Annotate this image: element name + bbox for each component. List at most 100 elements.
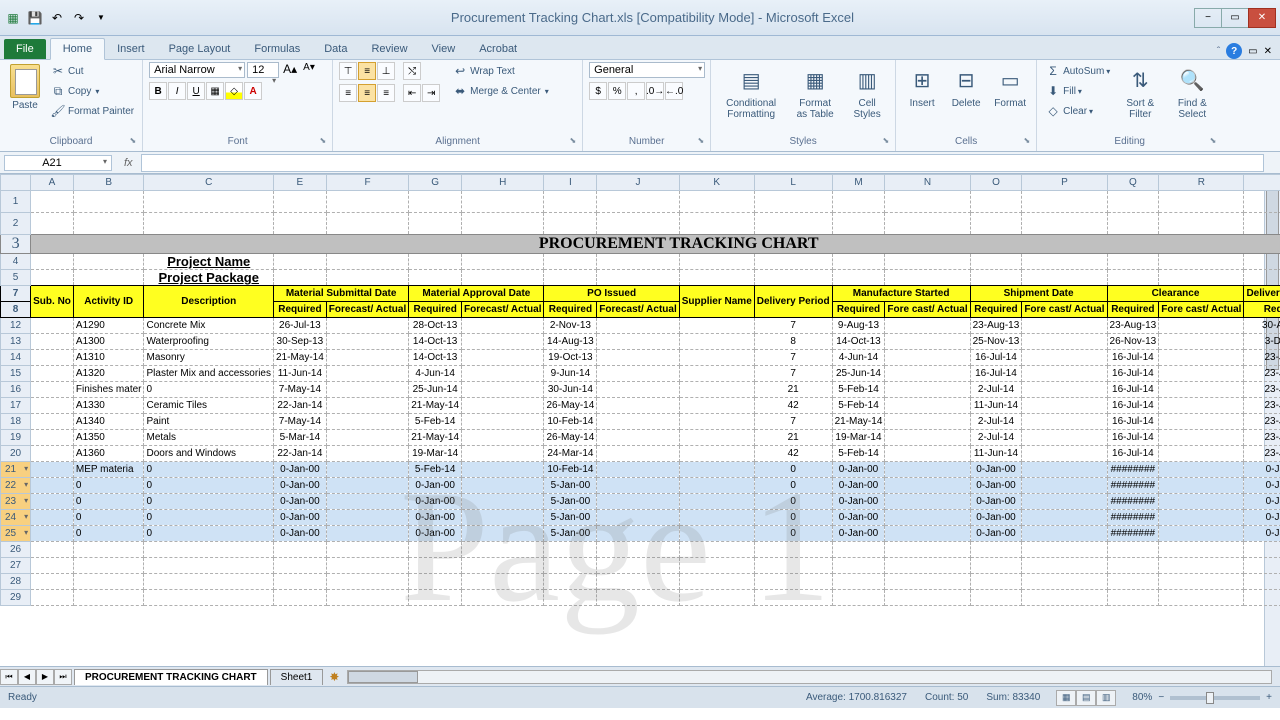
- cell[interactable]: [1022, 318, 1107, 334]
- cell[interactable]: 10-Feb-14: [544, 462, 597, 478]
- cell[interactable]: [1022, 542, 1107, 558]
- cell[interactable]: 16-Jul-14: [1107, 430, 1159, 446]
- cell[interactable]: [1022, 510, 1107, 526]
- cell[interactable]: [31, 574, 74, 590]
- cell[interactable]: 21-May-14: [409, 398, 462, 414]
- cell[interactable]: 0-Jan-00: [832, 510, 885, 526]
- cell[interactable]: A1360: [73, 446, 144, 462]
- cell[interactable]: [462, 478, 544, 494]
- cell[interactable]: [462, 510, 544, 526]
- zoom-in-icon[interactable]: +: [1266, 692, 1272, 703]
- cell[interactable]: [885, 526, 970, 542]
- border-button[interactable]: ▦: [206, 82, 224, 100]
- cell[interactable]: [1022, 350, 1107, 366]
- format-cells-button[interactable]: ▭Format: [990, 62, 1030, 111]
- decrease-indent-icon[interactable]: ⇤: [403, 84, 421, 102]
- number-format-select[interactable]: General: [589, 62, 705, 78]
- cell[interactable]: [31, 382, 74, 398]
- cell[interactable]: [754, 558, 832, 574]
- cell[interactable]: [597, 430, 679, 446]
- cell[interactable]: [1159, 382, 1244, 398]
- cell[interactable]: [597, 213, 679, 235]
- cell[interactable]: A1330: [73, 398, 144, 414]
- cell[interactable]: 26-May-14: [544, 398, 597, 414]
- col-header-H[interactable]: H: [462, 175, 544, 191]
- row-header[interactable]: 1: [1, 191, 31, 213]
- col-header-L[interactable]: L: [754, 175, 832, 191]
- cell[interactable]: 22-Jan-14: [273, 446, 326, 462]
- cell[interactable]: 30-Jun-14: [544, 382, 597, 398]
- cell[interactable]: [597, 398, 679, 414]
- cell[interactable]: [885, 213, 970, 235]
- cell[interactable]: 0: [754, 526, 832, 542]
- cell[interactable]: 0: [754, 462, 832, 478]
- cell[interactable]: [326, 430, 408, 446]
- cell[interactable]: [326, 213, 408, 235]
- col-header-R[interactable]: R: [1159, 175, 1244, 191]
- cell[interactable]: [885, 334, 970, 350]
- cell[interactable]: [885, 382, 970, 398]
- cell[interactable]: 4-Jun-14: [409, 366, 462, 382]
- cell[interactable]: [326, 494, 408, 510]
- cell[interactable]: 5-Jan-00: [544, 510, 597, 526]
- font-name-select[interactable]: Arial Narrow: [149, 62, 245, 78]
- cell[interactable]: [885, 350, 970, 366]
- cell[interactable]: 0-Jan-00: [409, 478, 462, 494]
- fill-button[interactable]: ⬇Fill▾: [1043, 82, 1112, 100]
- cell[interactable]: 5-Feb-14: [409, 414, 462, 430]
- cell[interactable]: [544, 590, 597, 606]
- row-header[interactable]: 25: [1, 526, 31, 542]
- find-select-button[interactable]: 🔍Find & Select: [1168, 62, 1216, 122]
- cell[interactable]: 0-Jan-00: [1244, 478, 1280, 494]
- cell[interactable]: [1159, 510, 1244, 526]
- cell[interactable]: 0-Jan-00: [970, 478, 1022, 494]
- font-color-button[interactable]: A: [244, 82, 262, 100]
- cell[interactable]: 19-Mar-14: [409, 446, 462, 462]
- cell[interactable]: [409, 191, 462, 213]
- cell[interactable]: [1159, 478, 1244, 494]
- col-header-J[interactable]: J: [597, 175, 679, 191]
- cell[interactable]: 16-Jul-14: [970, 350, 1022, 366]
- cell[interactable]: [73, 542, 144, 558]
- cell[interactable]: 16-Jul-14: [970, 366, 1022, 382]
- align-top-icon[interactable]: ⊤: [339, 62, 357, 80]
- cell[interactable]: [832, 574, 885, 590]
- cell[interactable]: [885, 590, 970, 606]
- cell[interactable]: 0: [754, 510, 832, 526]
- cell[interactable]: 8: [754, 334, 832, 350]
- new-sheet-icon[interactable]: ✸: [329, 670, 339, 684]
- underline-button[interactable]: U: [187, 82, 205, 100]
- cell[interactable]: [1159, 574, 1244, 590]
- row-header[interactable]: 21: [1, 462, 31, 478]
- page-layout-view-icon[interactable]: ▤: [1076, 690, 1096, 706]
- cell[interactable]: A1300: [73, 334, 144, 350]
- cell[interactable]: [31, 478, 74, 494]
- cell[interactable]: 26-May-14: [544, 430, 597, 446]
- cell[interactable]: [1244, 542, 1280, 558]
- col-header-K[interactable]: K: [679, 175, 754, 191]
- cell[interactable]: 4-Jun-14: [832, 350, 885, 366]
- cell[interactable]: [679, 318, 754, 334]
- cell[interactable]: [31, 494, 74, 510]
- qat-dropdown-icon[interactable]: ▼: [92, 9, 110, 27]
- cell[interactable]: [409, 213, 462, 235]
- cell[interactable]: 16-Jul-14: [1107, 446, 1159, 462]
- cell[interactable]: 0-Jan-00: [832, 478, 885, 494]
- cell[interactable]: Finishes mater: [73, 382, 144, 398]
- orientation-icon[interactable]: ⤭: [403, 62, 421, 80]
- project-package-label[interactable]: Project Package: [144, 270, 274, 286]
- cell[interactable]: [1022, 478, 1107, 494]
- cell[interactable]: [544, 213, 597, 235]
- cell[interactable]: [885, 542, 970, 558]
- cell[interactable]: 30-Sep-13: [273, 334, 326, 350]
- cell[interactable]: [1159, 366, 1244, 382]
- tab-page-layout[interactable]: Page Layout: [157, 39, 243, 59]
- cell[interactable]: ########: [1107, 510, 1159, 526]
- cell[interactable]: [1159, 334, 1244, 350]
- cell[interactable]: [326, 478, 408, 494]
- cell[interactable]: [885, 446, 970, 462]
- cell[interactable]: [679, 414, 754, 430]
- cell[interactable]: [462, 494, 544, 510]
- row-header[interactable]: 14: [1, 350, 31, 366]
- cell[interactable]: 19-Oct-13: [544, 350, 597, 366]
